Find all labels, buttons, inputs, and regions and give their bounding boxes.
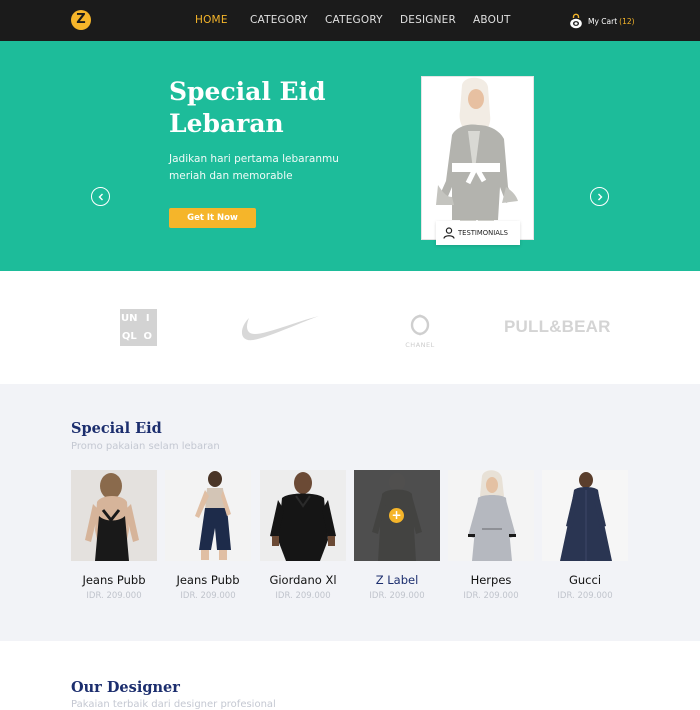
prev-slide-button[interactable] — [91, 187, 110, 206]
product-image — [165, 470, 251, 561]
product-image: + — [354, 470, 440, 561]
logo[interactable]: Z — [71, 10, 91, 30]
nav-home[interactable]: HOME — [195, 14, 228, 26]
product-card[interactable]: Herpes IDR. 209.000 — [448, 470, 534, 601]
nav-about[interactable]: ABOUT — [473, 14, 511, 26]
product-price: IDR. 209.000 — [275, 591, 331, 601]
hero-subtitle: Jadikan hari pertama lebaranmu meriah da… — [169, 153, 339, 182]
nav-category[interactable]: CATEGORY — [250, 14, 308, 26]
shopping-bag-icon — [570, 13, 582, 29]
product-price: IDR. 209.000 — [86, 591, 142, 601]
product-card[interactable]: Jeans Pubb IDR. 209.000 — [165, 470, 251, 601]
section-title: Special Eid — [71, 420, 162, 437]
special-eid-section: Special Eid Promo pakaian selam lebaran … — [0, 384, 700, 641]
hero-product-image — [421, 76, 534, 240]
product-name: Z Label — [375, 573, 419, 587]
product-price: IDR. 209.000 — [369, 591, 425, 601]
section-title: Our Designer — [71, 679, 180, 696]
product-card[interactable]: Gucci IDR. 209.000 — [542, 470, 628, 601]
uniqlo-logo-part: I — [145, 312, 150, 324]
product-price: IDR. 209.000 — [463, 591, 519, 601]
navbar: Z HOME CATEGORY CATEGORY DESIGNER ABOUT … — [0, 0, 700, 41]
user-icon — [443, 227, 455, 239]
brand-strip: UN I QL O CHANEL PULL&BEAR — [0, 271, 700, 384]
testimonials-label: TESTIMONIALS — [458, 229, 508, 237]
cart-label: My Cart — [588, 16, 618, 26]
product-card[interactable]: Jeans Pubb IDR. 209.000 — [71, 470, 157, 601]
cart-button[interactable]: My Cart (12) — [569, 12, 635, 30]
next-slide-button[interactable] — [590, 187, 609, 206]
product-name: Jeans Pubb — [82, 573, 146, 587]
product-card[interactable]: + Z Label IDR. 209.000 — [354, 470, 440, 601]
product-name: Jeans Pubb — [176, 573, 240, 587]
nav-designer[interactable]: DESIGNER — [400, 14, 456, 26]
product-name: Herpes — [470, 573, 512, 587]
product-image — [542, 470, 628, 561]
our-designer-section: Our Designer Pakaian terbaik dari design… — [0, 641, 700, 710]
section-subtitle: Pakaian terbaik dari designer profesiona… — [71, 699, 276, 710]
product-price: IDR. 209.000 — [557, 591, 613, 601]
product-card[interactable]: Giordano Xl IDR. 209.000 — [260, 470, 346, 601]
product-name: Giordano Xl — [269, 573, 337, 587]
uniqlo-logo[interactable]: UN I QL O — [120, 309, 157, 346]
chevron-right-icon — [597, 193, 602, 200]
uniqlo-logo-part: QL — [121, 331, 137, 343]
testimonials-button[interactable]: TESTIMONIALS — [436, 221, 520, 245]
product-image — [448, 470, 534, 561]
product-name: Gucci — [568, 573, 602, 587]
cart-count: (12) — [619, 16, 635, 26]
chanel-cc-icon — [410, 314, 430, 336]
add-to-cart-icon[interactable]: + — [389, 508, 404, 523]
chevron-left-icon — [98, 193, 103, 200]
get-it-now-button[interactable]: Get It Now — [169, 208, 256, 228]
product-image — [71, 470, 157, 561]
product-price: IDR. 209.000 — [180, 591, 236, 601]
section-subtitle: Promo pakaian selam lebaran — [71, 441, 220, 452]
chanel-wordmark: CHANEL — [405, 341, 435, 349]
uniqlo-logo-part: O — [143, 331, 152, 343]
nav-category-2[interactable]: CATEGORY — [325, 14, 383, 26]
product-image — [260, 470, 346, 561]
nike-swoosh-logo[interactable] — [237, 312, 319, 342]
hero-title: Special Eid Lebaran — [169, 77, 326, 138]
pull-and-bear-logo[interactable]: PULL&BEAR — [504, 317, 611, 337]
uniqlo-logo-part: UN — [121, 312, 138, 324]
chanel-logo[interactable]: CHANEL — [399, 311, 441, 351]
